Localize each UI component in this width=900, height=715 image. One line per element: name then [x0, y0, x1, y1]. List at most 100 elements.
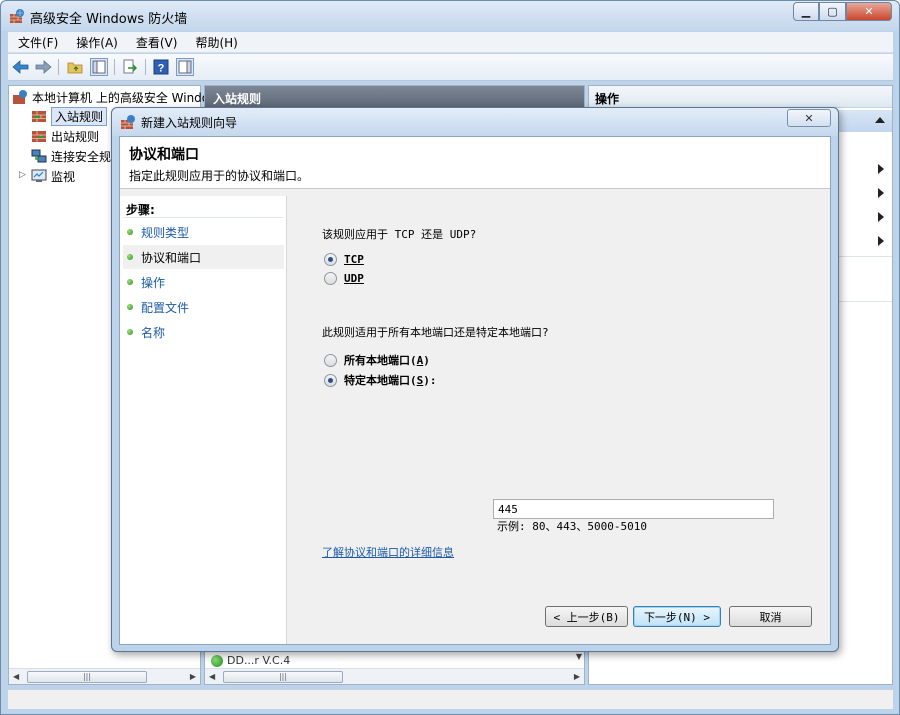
back-arrow-icon — [12, 60, 29, 74]
tree-item-inbound-rules[interactable]: 入站规则 — [31, 106, 108, 126]
step-bullet-icon — [127, 329, 133, 335]
actions-header: 操作 — [589, 86, 892, 108]
menu-action[interactable]: 操作(A) — [66, 34, 126, 51]
toolbar: ? — [8, 54, 893, 81]
close-button[interactable]: ✕ — [846, 2, 892, 21]
maximize-icon: ▢ — [827, 5, 838, 18]
close-icon: ✕ — [864, 5, 874, 18]
console-tree-icon — [92, 60, 106, 74]
radio-label: 所有本地端口 — [344, 354, 410, 367]
scroll-down-icon[interactable]: ▼ — [576, 652, 582, 661]
submenu-arrow-icon[interactable] — [878, 188, 884, 198]
step-rule-type[interactable]: 规则类型 — [123, 220, 284, 244]
forward-button[interactable] — [34, 58, 52, 76]
radio-button-selected[interactable] — [324, 373, 337, 387]
forward-arrow-icon — [35, 60, 52, 74]
tree-horizontal-scrollbar[interactable]: ◀ ||| ▶ — [9, 668, 200, 684]
page-subtitle: 指定此规则应用于的协议和端口。 — [129, 169, 310, 183]
radio-specific-local-ports[interactable]: 特定本地端口 (S): — [324, 372, 437, 388]
connection-security-icon — [31, 149, 47, 163]
center-horizontal-scrollbar[interactable]: ◀ ||| ▶ — [205, 668, 584, 684]
tree-item-monitoring[interactable]: 监视 — [31, 167, 75, 185]
radio-all-local-ports[interactable]: 所有本地端口 (A) — [324, 352, 430, 368]
page-title: 协议和端口 — [129, 147, 199, 163]
back-step-button[interactable]: < 上一步(B) — [545, 606, 628, 627]
scroll-right-icon[interactable]: ▶ — [190, 672, 196, 681]
scroll-left-icon[interactable]: ◀ — [209, 672, 215, 681]
submenu-arrow-icon[interactable] — [878, 212, 884, 222]
step-protocol-ports[interactable]: 协议和端口 — [123, 245, 284, 269]
menu-view[interactable]: 查看(V) — [126, 34, 186, 51]
wizard-content: 该规则应用于 TCP 还是 UDP? TCP UDP 此规则适用于所有本地端口还… — [288, 196, 830, 644]
port-example-hint: 示例: 80、443、5000-5010 — [497, 520, 647, 533]
submenu-arrow-icon[interactable] — [878, 164, 884, 174]
export-icon — [123, 59, 137, 74]
scroll-left-icon[interactable]: ◀ — [13, 672, 19, 681]
tree-root-label: 本地计算机 上的高级安全 Windows — [32, 90, 226, 105]
rule-row-partial[interactable]: DD...r V.C.4 — [211, 654, 290, 668]
scroll-right-icon[interactable]: ▶ — [574, 672, 580, 681]
tree-item-label: 监视 — [51, 169, 76, 184]
center-pane-header: 入站规则 — [205, 86, 584, 108]
show-hide-tree-button[interactable] — [90, 58, 108, 76]
menu-help[interactable]: 帮助(H) — [185, 34, 245, 51]
radio-accelerator: A — [416, 353, 424, 367]
minimize-button[interactable]: ▁ — [793, 2, 819, 21]
step-label: 名称 — [141, 325, 166, 340]
step-bullet-icon — [127, 279, 133, 285]
dialog-body: 协议和端口 指定此规则应用于的协议和端口。 步骤: 规则类型 协议和端口 操作 … — [119, 136, 831, 645]
radio-accelerator: S — [416, 373, 424, 387]
tree-item-connection-security[interactable]: 连接安全规则 — [31, 147, 123, 165]
port-question: 此规则适用于所有本地端口还是特定本地端口? — [322, 326, 549, 339]
step-label: 操作 — [141, 275, 166, 290]
folder-up-icon — [67, 62, 83, 74]
dialog-title-bar[interactable]: 新建入站规则向导 ✕ — [112, 108, 838, 136]
specific-ports-input[interactable]: 445 — [493, 499, 774, 519]
scrollbar-thumb[interactable]: ||| — [223, 671, 343, 683]
menu-file[interactable]: 文件(F) — [8, 34, 66, 51]
steps-title: 步骤: — [126, 203, 155, 217]
radio-udp[interactable]: UDP — [324, 272, 364, 285]
step-action[interactable]: 操作 — [123, 270, 284, 294]
scrollbar-thumb[interactable]: ||| — [27, 671, 147, 683]
radio-button[interactable] — [324, 272, 337, 285]
step-label: 配置文件 — [141, 300, 190, 315]
next-step-button[interactable]: 下一步(N) > — [633, 606, 721, 627]
step-bullet-icon — [127, 254, 133, 260]
back-button[interactable] — [12, 58, 30, 76]
radio-button[interactable] — [324, 353, 337, 367]
step-name[interactable]: 名称 — [123, 320, 284, 344]
step-bullet-icon — [127, 304, 133, 310]
main-title-bar[interactable]: 高级安全 Windows 防火墙 ▁ ▢ ✕ — [1, 1, 899, 31]
tree-item-outbound-rules[interactable]: 出站规则 — [31, 127, 99, 145]
rule-name: DD...r V.C.4 — [227, 654, 291, 667]
radio-label: TCP — [344, 253, 364, 266]
learn-more-link[interactable]: 了解协议和端口的详细信息 — [322, 544, 454, 560]
export-list-button[interactable] — [121, 58, 139, 76]
up-folder-button[interactable] — [66, 58, 84, 76]
radio-tcp[interactable]: TCP — [324, 253, 364, 266]
close-icon: ✕ — [804, 111, 814, 125]
expand-arrow-icon[interactable]: ▷ — [19, 170, 26, 180]
radio-label: UDP — [344, 272, 364, 285]
cancel-button[interactable]: 取消 — [729, 606, 812, 627]
step-label: 协议和端口 — [141, 250, 202, 265]
step-profile[interactable]: 配置文件 — [123, 295, 284, 319]
collapse-arrow-icon[interactable] — [875, 117, 885, 123]
status-bar — [8, 689, 893, 709]
dialog-close-button[interactable]: ✕ — [787, 109, 831, 127]
maximize-button[interactable]: ▢ — [819, 2, 846, 21]
radio-button-selected[interactable] — [324, 253, 337, 266]
dialog-title: 新建入站规则向导 — [141, 116, 238, 130]
tree-item-label: 入站规则 — [51, 106, 108, 126]
step-label: 规则类型 — [141, 225, 190, 240]
tree-root[interactable]: 本地计算机 上的高级安全 Windows — [12, 88, 225, 106]
menu-bar: 文件(F) 操作(A) 查看(V) 帮助(H) — [8, 32, 893, 53]
submenu-arrow-icon[interactable] — [878, 236, 884, 246]
svg-text:?: ? — [158, 63, 165, 75]
help-button[interactable]: ? — [152, 58, 170, 76]
wizard-steps: 步骤: 规则类型 协议和端口 操作 配置文件 名称 — [120, 196, 287, 644]
show-hide-action-pane-button[interactable] — [176, 58, 194, 76]
step-bullet-icon — [127, 229, 133, 235]
protocol-question: 该规则应用于 TCP 还是 UDP? — [322, 228, 477, 241]
